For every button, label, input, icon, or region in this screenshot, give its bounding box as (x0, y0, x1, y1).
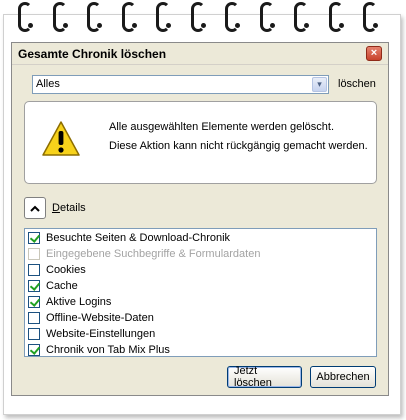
checkbox-label: Chronik von Tab Mix Plus (46, 344, 170, 356)
chevron-down-icon[interactable]: ▾ (312, 76, 327, 92)
warning-text: Alle ausgewählten Elemente werden gelösc… (109, 121, 369, 159)
binding-ring (363, 2, 378, 32)
binding-ring (87, 2, 102, 32)
list-item[interactable]: Cache (25, 278, 376, 294)
checkbox[interactable] (28, 344, 40, 356)
chevron-up-icon (30, 205, 40, 212)
close-button[interactable]: × (366, 46, 382, 61)
warning-line-1: Alle ausgewählten Elemente werden gelösc… (109, 121, 335, 133)
checkbox[interactable] (28, 232, 40, 244)
checkbox-label: Cache (46, 280, 78, 292)
list-item[interactable]: Chronik von Tab Mix Plus (25, 342, 376, 358)
binding-ring (52, 2, 68, 32)
checkbox-label: Cookies (46, 264, 86, 276)
binding-ring (328, 2, 344, 32)
dialog-buttons: Jetzt löschen Abbrechen (227, 365, 376, 389)
spiral-binding (0, 0, 406, 34)
list-item[interactable]: Website-Einstellungen (25, 326, 376, 342)
clear-now-button[interactable]: Jetzt löschen (227, 365, 302, 389)
time-range-value: Alles (36, 78, 60, 90)
list-item[interactable]: Offline-Website-Daten (25, 310, 376, 326)
details-label[interactable]: Details (52, 202, 86, 214)
binding-ring (294, 2, 309, 32)
list-item[interactable]: Cookies (25, 262, 376, 278)
details-expander-button[interactable] (24, 197, 46, 219)
time-range-row: Alles ▾ löschen (32, 74, 377, 94)
checkbox[interactable] (28, 296, 40, 308)
binding-ring (225, 2, 240, 32)
checkbox[interactable] (28, 328, 40, 340)
cancel-button[interactable]: Abbrechen (310, 366, 376, 388)
binding-ring (156, 2, 171, 32)
time-range-select[interactable]: Alles ▾ (32, 74, 329, 94)
dialog-title: Gesamte Chronik löschen (18, 46, 167, 61)
list-item[interactable]: Besuchte Seiten & Download-Chronik (25, 230, 376, 246)
binding-ring (121, 2, 137, 32)
warning-icon (42, 121, 80, 156)
details-toggle-row: Details (24, 197, 86, 219)
clear-history-dialog: Gesamte Chronik löschen × Alles ▾ lösche… (11, 42, 389, 396)
checkbox-label: Website-Einstellungen (46, 328, 156, 340)
checkbox[interactable] (28, 312, 40, 324)
binding-ring (259, 2, 275, 32)
time-range-suffix: löschen (338, 78, 376, 90)
checkbox-label: Aktive Logins (46, 296, 112, 308)
checkbox[interactable] (28, 264, 40, 276)
list-item: Eingegebene Suchbegriffe & Formulardaten (25, 246, 376, 262)
title-bar: Gesamte Chronik löschen × (12, 43, 388, 65)
checkbox-label: Eingegebene Suchbegriffe & Formulardaten (46, 248, 261, 260)
binding-ring (190, 2, 206, 32)
checkbox (28, 248, 40, 260)
history-items-list: Besuchte Seiten & Download-Chronik Eingeg… (24, 228, 377, 357)
checkbox-label: Offline-Website-Daten (46, 312, 154, 324)
binding-ring (18, 2, 33, 32)
checkbox[interactable] (28, 280, 40, 292)
list-item[interactable]: Aktive Logins (25, 294, 376, 310)
warning-line-2: Diese Aktion kann nicht rückgängig gemac… (109, 140, 368, 152)
checkbox-label: Besuchte Seiten & Download-Chronik (46, 232, 231, 244)
warning-box: Alle ausgewählten Elemente werden gelösc… (24, 101, 377, 184)
